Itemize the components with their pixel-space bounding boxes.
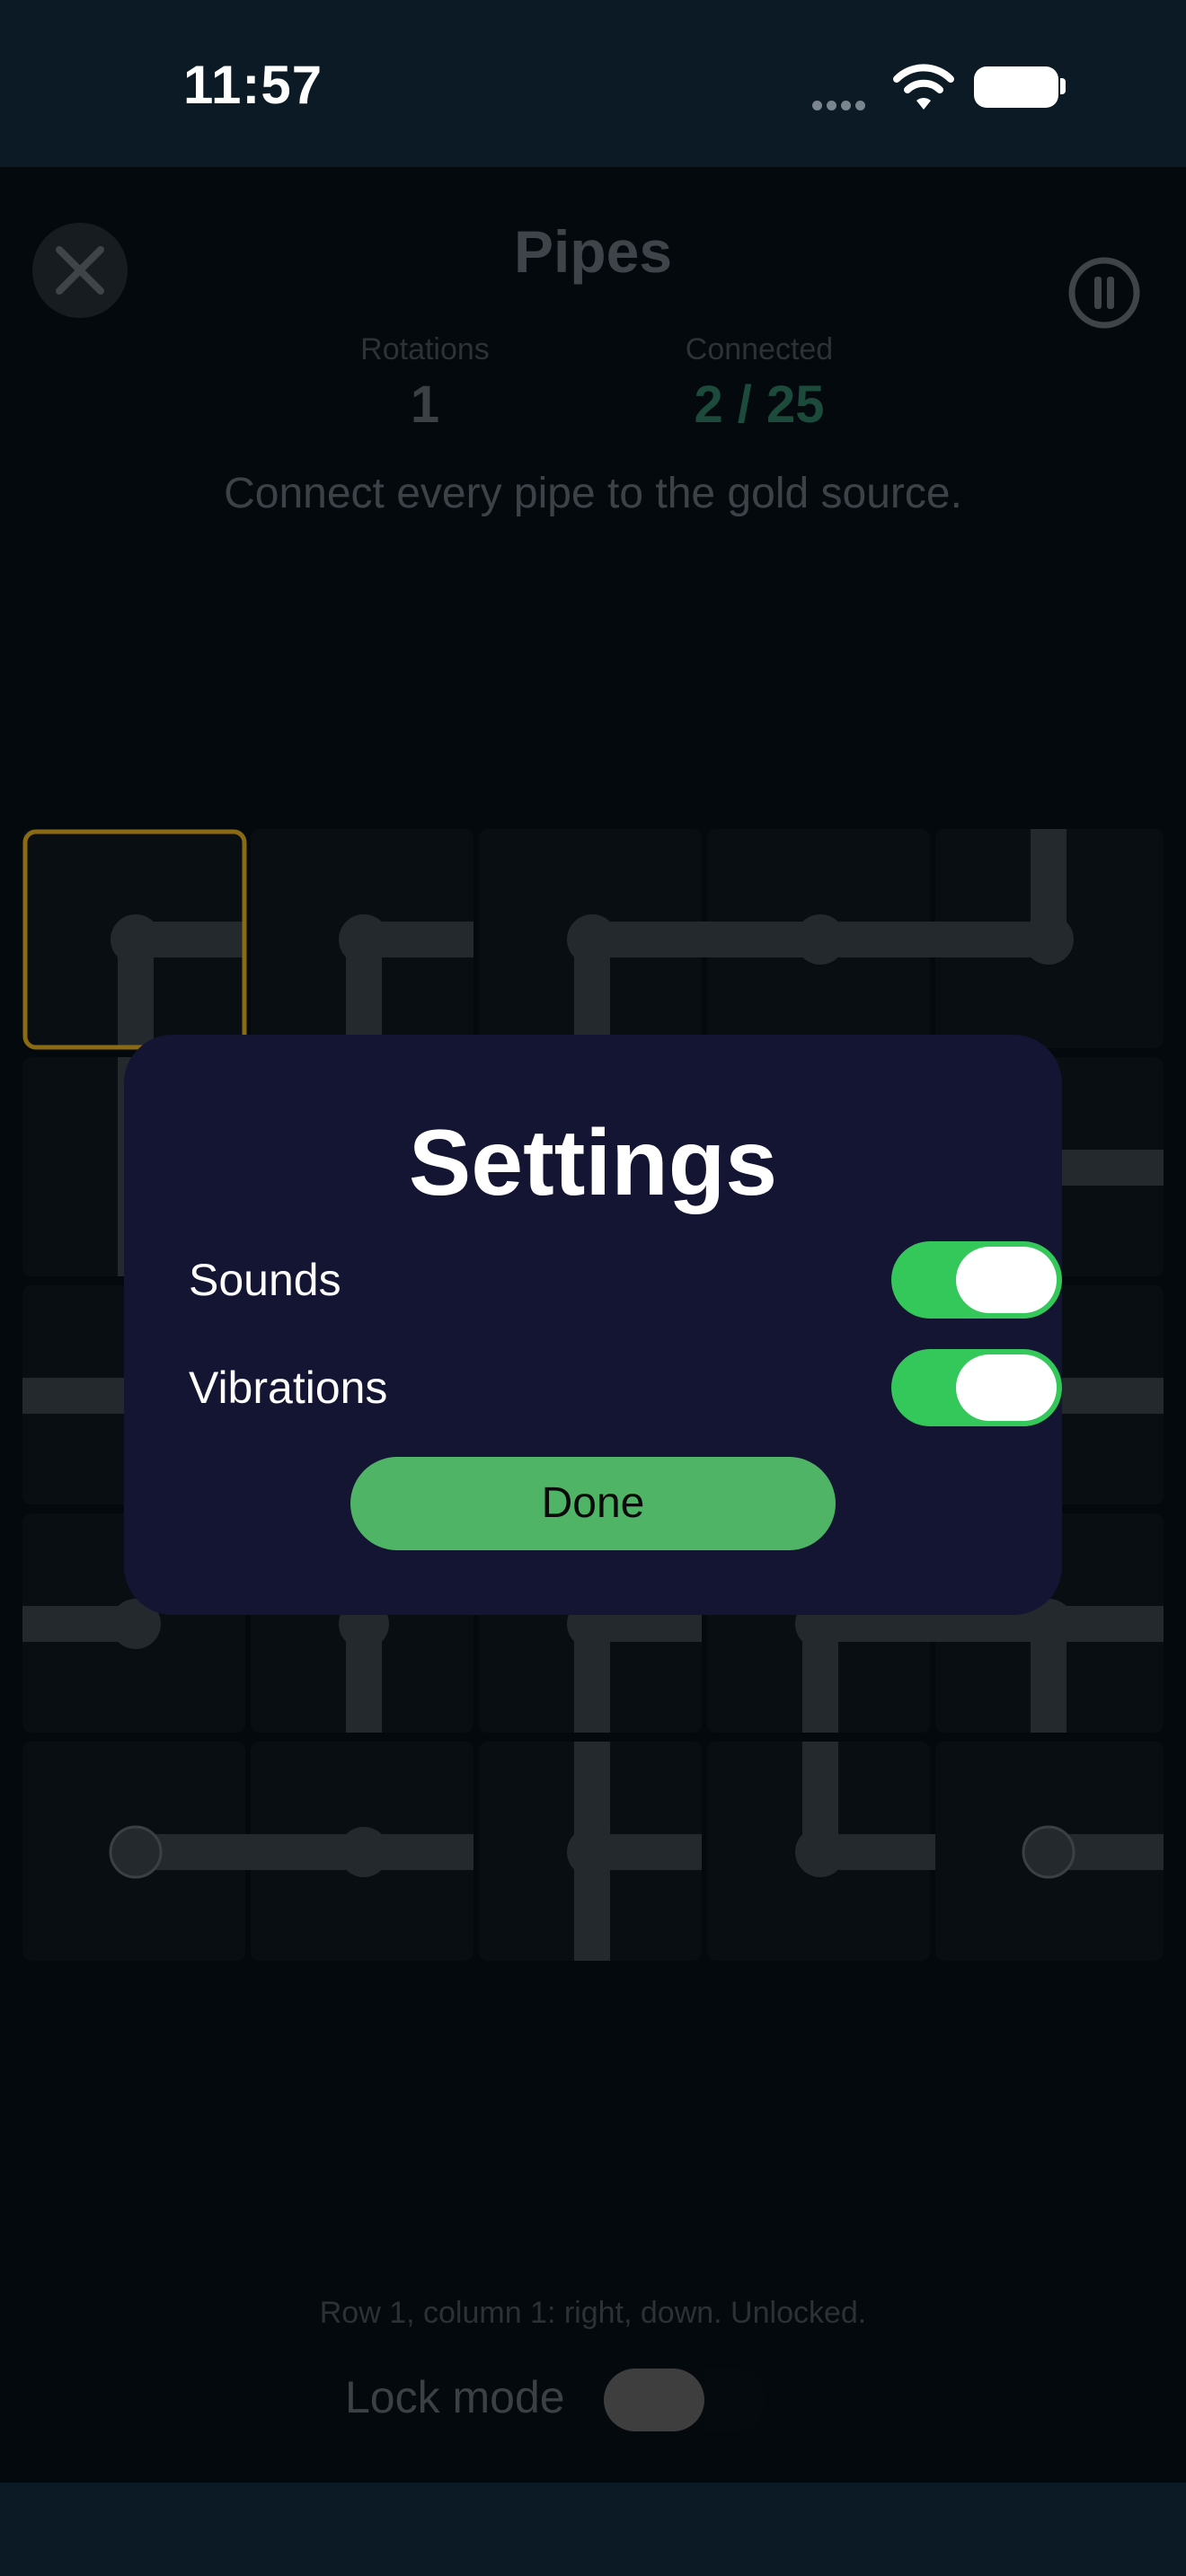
vibrations-label: Vibrations <box>189 1363 388 1413</box>
lock-mode-toggle[interactable] <box>604 2369 704 2431</box>
connected-stat: Connected 2 / 25 <box>624 332 894 435</box>
battery-icon <box>974 66 1058 108</box>
toggle-knob <box>956 1354 1057 1421</box>
lock-mode-toggle-track <box>704 2369 766 2431</box>
instruction-text: Connect every pipe to the gold source. <box>224 470 962 517</box>
pause-icon <box>1068 257 1140 329</box>
vibrations-setting-row: Vibrations <box>189 1349 1062 1430</box>
board-cell[interactable] <box>251 829 474 1048</box>
dialog-title: Settings <box>408 1111 778 1215</box>
lock-mode-label: Lock mode <box>345 2372 565 2422</box>
board-cell[interactable] <box>707 1742 930 1961</box>
rotations-label: Rotations <box>360 332 490 366</box>
pause-button[interactable] <box>1066 212 1182 329</box>
accessibility-description: Row 1, column 1: right, down. Unlocked. <box>319 2296 867 2330</box>
rotations-value: 1 <box>410 375 440 434</box>
sounds-setting-row: Sounds <box>189 1241 1062 1322</box>
signal-icon <box>812 99 870 115</box>
board-cell[interactable] <box>22 829 245 1048</box>
home-indicator-area <box>0 2483 1186 2576</box>
settings-dialog: Settings Sounds Vibrations Done <box>124 1035 1062 1615</box>
board-cell[interactable] <box>22 1742 245 1961</box>
board-cell[interactable] <box>251 1742 474 1961</box>
connected-label: Connected <box>685 332 834 366</box>
vibrations-toggle[interactable] <box>891 1349 1062 1426</box>
wifi-icon <box>893 64 954 110</box>
connected-value: 2 / 25 <box>694 375 825 434</box>
rotations-stat: Rotations 1 <box>290 332 560 435</box>
board-cell[interactable] <box>707 829 930 1048</box>
page-title: Pipes <box>513 218 673 285</box>
battery-cap <box>1060 78 1066 94</box>
sounds-toggle[interactable] <box>891 1241 1062 1319</box>
status-bar: 11:57 <box>0 0 1186 167</box>
done-button[interactable]: Done <box>350 1457 836 1550</box>
board-cell[interactable] <box>935 1742 1164 1961</box>
toggle-knob <box>956 1247 1057 1313</box>
sounds-label: Sounds <box>189 1255 341 1305</box>
board-cell[interactable] <box>935 829 1164 1048</box>
status-time: 11:57 <box>183 55 323 115</box>
board-cell[interactable] <box>479 1742 702 1961</box>
board-cell[interactable] <box>479 829 702 1048</box>
